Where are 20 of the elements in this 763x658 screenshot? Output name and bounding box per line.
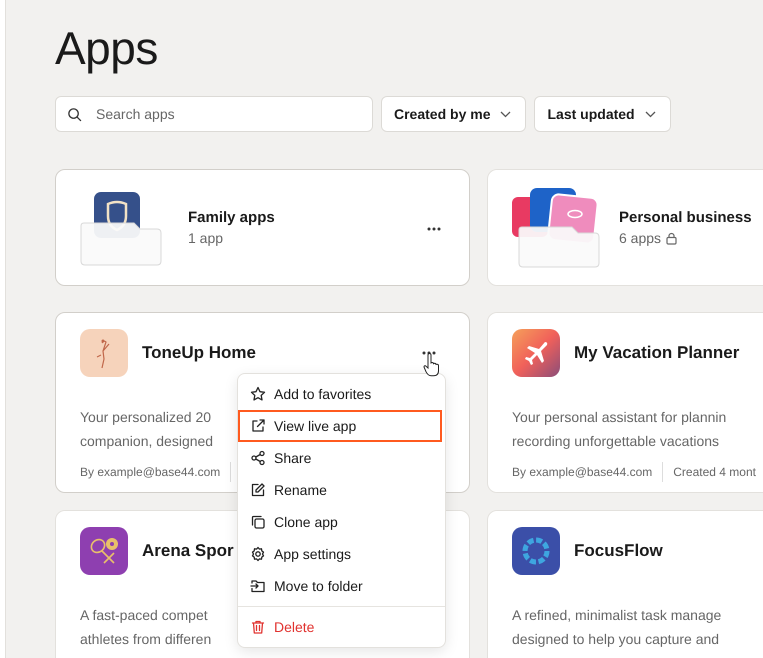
app-author: By example@base44.com [80,465,220,479]
app-description: A refined, minimalist task manage [512,606,722,625]
app-name: FocusFlow [574,541,663,561]
app-description: athletes from differen [80,630,212,649]
app-description: recording unforgettable vacations [512,432,720,451]
app-name: My Vacation Planner [574,343,740,363]
app-description: A fast-paced compet [80,606,208,625]
app-count: 6 apps [619,230,662,246]
folder-name: Family apps [188,209,275,226]
page-title: Apps [55,21,159,74]
app-description: companion, designed [80,432,214,451]
app-count: 1 app [188,230,224,246]
app-description: Your personal assistant for plannin [512,408,726,427]
app-description: Your personalized 20 [80,408,212,427]
app-name: ToneUp Home [142,343,256,363]
created-date: Created 4 mont [673,465,756,479]
app-description: designed to help you capture and [512,630,720,649]
app-author: By example@base44.com [512,465,652,479]
app-name: Arena Spor [142,541,234,561]
folder-name: Personal business [619,209,752,226]
